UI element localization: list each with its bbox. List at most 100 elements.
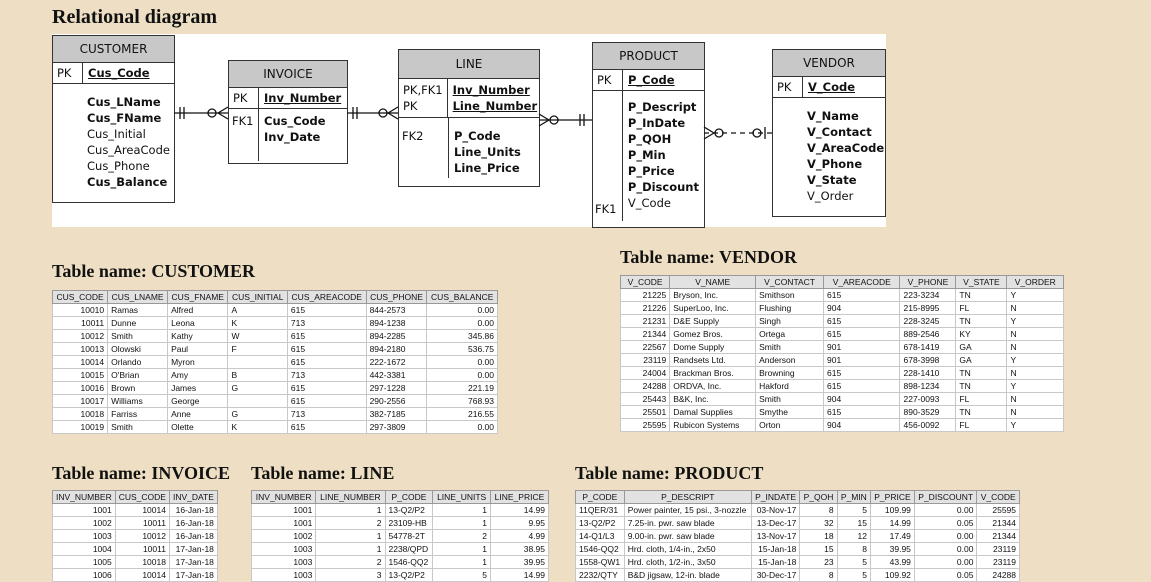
table-cell: 0.00 (913, 542, 978, 556)
table-cell: 1004 (52, 542, 116, 556)
table-cell: 228-1410 (899, 366, 957, 380)
table-row: 10012 Smith Kathy W 615 894-2285 345.86 (51, 329, 498, 343)
table-cell: 1 (432, 516, 491, 530)
table-row: 1002 1 54778-2T 2 4.99 (250, 529, 550, 543)
column-header: V_STATE (955, 275, 1008, 289)
table-cell: 901 (823, 353, 901, 367)
table-cell: 1003 (250, 542, 317, 556)
column-header: V_PHONE (899, 275, 957, 289)
table-cell: B (227, 368, 288, 382)
table-cell: 5 (836, 503, 872, 517)
table-cell: 22567 (619, 340, 671, 354)
table-cell: 13-Q2/P2 (575, 516, 625, 530)
table-cell: Y (1006, 379, 1064, 393)
column-header: INV_NUMBER (250, 490, 317, 504)
table-cell: 15-Jan-18 (750, 555, 801, 569)
table-cell: Brown (107, 381, 169, 395)
table-row: 23119 Randsets Ltd. Anderson 901 678-3998 GA Y (619, 353, 1064, 367)
table-cell: 15 (836, 516, 872, 530)
table-cell: 0.00 (913, 529, 978, 543)
table-cell: 713 (286, 407, 367, 421)
table-cell: 615 (823, 327, 901, 341)
table-row: 1001 1 13-Q2/P2 1 14.99 (250, 503, 550, 517)
table-cell: FL (955, 301, 1008, 315)
table-row: 10018 Farriss Anne G 713 382-7185 216.55 (51, 407, 498, 421)
table-cell: Gomez Bros. (669, 327, 757, 341)
table-cell: 227-0093 (899, 392, 957, 406)
table-header-row: INV_NUMBER LINE_NUMBER P_CODE LINE_UNITS LIN… (250, 490, 550, 504)
table-cell: 889-2546 (899, 327, 957, 341)
table-row: 10015 O'Brian Amy B 713 442-3381 0.00 (51, 368, 498, 382)
table-row: 14-Q1/L3 9.00-in. pwr. saw blade 13-Nov-17… (575, 529, 1020, 543)
table-row: 10016 Brown James G 615 297-1228 221.19 (51, 381, 498, 395)
table-cell: 768.93 (426, 394, 498, 408)
table-cell: 5 (836, 555, 872, 569)
table-cell: Hakford (755, 379, 825, 393)
table-cell: Farriss (107, 407, 169, 421)
table-cell: 223-3234 (899, 288, 957, 302)
customer-table-title: Table name: CUSTOMER (52, 261, 256, 281)
table-cell: 442-3381 (365, 368, 428, 382)
table-cell: 11QER/31 (575, 503, 625, 517)
column-header: LINE_PRICE (489, 490, 550, 504)
column-header: CUS_AREACODE (286, 290, 367, 304)
column-header: V_CONTACT (755, 275, 825, 289)
table-cell: F (227, 342, 288, 356)
table-cell: 297-1228 (365, 381, 428, 395)
table-cell: 10012 (114, 529, 170, 543)
table-cell: 1546-QQ2 (575, 542, 625, 556)
table-cell: 536.75 (426, 342, 498, 356)
table-cell: 13-Dec-17 (750, 516, 801, 530)
table-cell: ORDVA, Inc. (669, 379, 757, 393)
table-cell: 713 (286, 316, 367, 330)
table-row: 1003 1 2238/QPD 1 38.95 (250, 542, 550, 556)
column-header: P_PRICE (870, 490, 915, 504)
table-cell: TN (955, 288, 1008, 302)
column-header: P_CODE (384, 490, 434, 504)
table-cell: 382-7185 (365, 407, 428, 421)
table-cell: Y (1006, 314, 1064, 328)
table-row: 1003 10012 16-Jan-18 (52, 529, 218, 543)
table-cell: 21225 (619, 288, 671, 302)
table-cell: 0.00 (426, 355, 498, 369)
table-cell: 24004 (619, 366, 671, 380)
table-cell: Bryson, Inc. (669, 288, 757, 302)
line-table-title: Table name: LINE (251, 463, 395, 483)
table-cell: 615 (823, 405, 901, 419)
table-cell: 10014 (51, 355, 109, 369)
table-cell: 15-Jan-18 (750, 542, 801, 556)
table-cell: Myron (167, 355, 229, 369)
table-cell: GA (955, 340, 1008, 354)
column-header: LINE_UNITS (432, 490, 491, 504)
table-cell: 13-Q2/P2 (384, 503, 434, 517)
table-cell: 890-3529 (899, 405, 957, 419)
table-cell: 1003 (52, 529, 116, 543)
table-cell: 10018 (51, 407, 109, 421)
column-header: V_CODE (976, 490, 1020, 504)
table-cell: 25443 (619, 392, 671, 406)
table-row: 13-Q2/P2 7.25-in. pwr. saw blade 13-Dec-17… (575, 516, 1020, 530)
table-cell: K (227, 420, 288, 434)
table-cell: 2 (432, 529, 491, 543)
table-cell: 678-1419 (899, 340, 957, 354)
table-cell: 43.99 (870, 555, 915, 569)
table-row: 1546-QQ2 Hrd. cloth, 1/4-in., 2x50 15-Jan-… (575, 542, 1020, 556)
column-header: INV_DATE (168, 490, 218, 504)
table-cell: 2 (315, 555, 386, 569)
table-cell: 109.99 (870, 503, 915, 517)
table-row: 25595 Rubicon Systems Orton 904 456-0092 FL Y (619, 418, 1064, 432)
table-row: 25443 B&K, Inc. Smith 904 227-0093 FL N (619, 392, 1064, 406)
table-cell: 615 (286, 329, 367, 343)
column-header: LINE_NUMBER (315, 490, 386, 504)
vendor-table-title: Table name: VENDOR (620, 247, 798, 267)
table-cell: Orlando (107, 355, 169, 369)
table-cell: 0.00 (913, 555, 978, 569)
column-header: V_ORDER (1006, 275, 1064, 289)
table-cell: Anne (167, 407, 229, 421)
table-cell: A (227, 303, 288, 317)
table-cell: N (1006, 366, 1064, 380)
table-cell: Hrd. cloth, 1/4-in., 2x50 (623, 542, 752, 556)
column-header: V_NAME (669, 275, 757, 289)
table-cell: 1005 (52, 555, 116, 569)
table-row: 25501 Damal Supplies Smythe 615 890-3529 TN N (619, 405, 1064, 419)
